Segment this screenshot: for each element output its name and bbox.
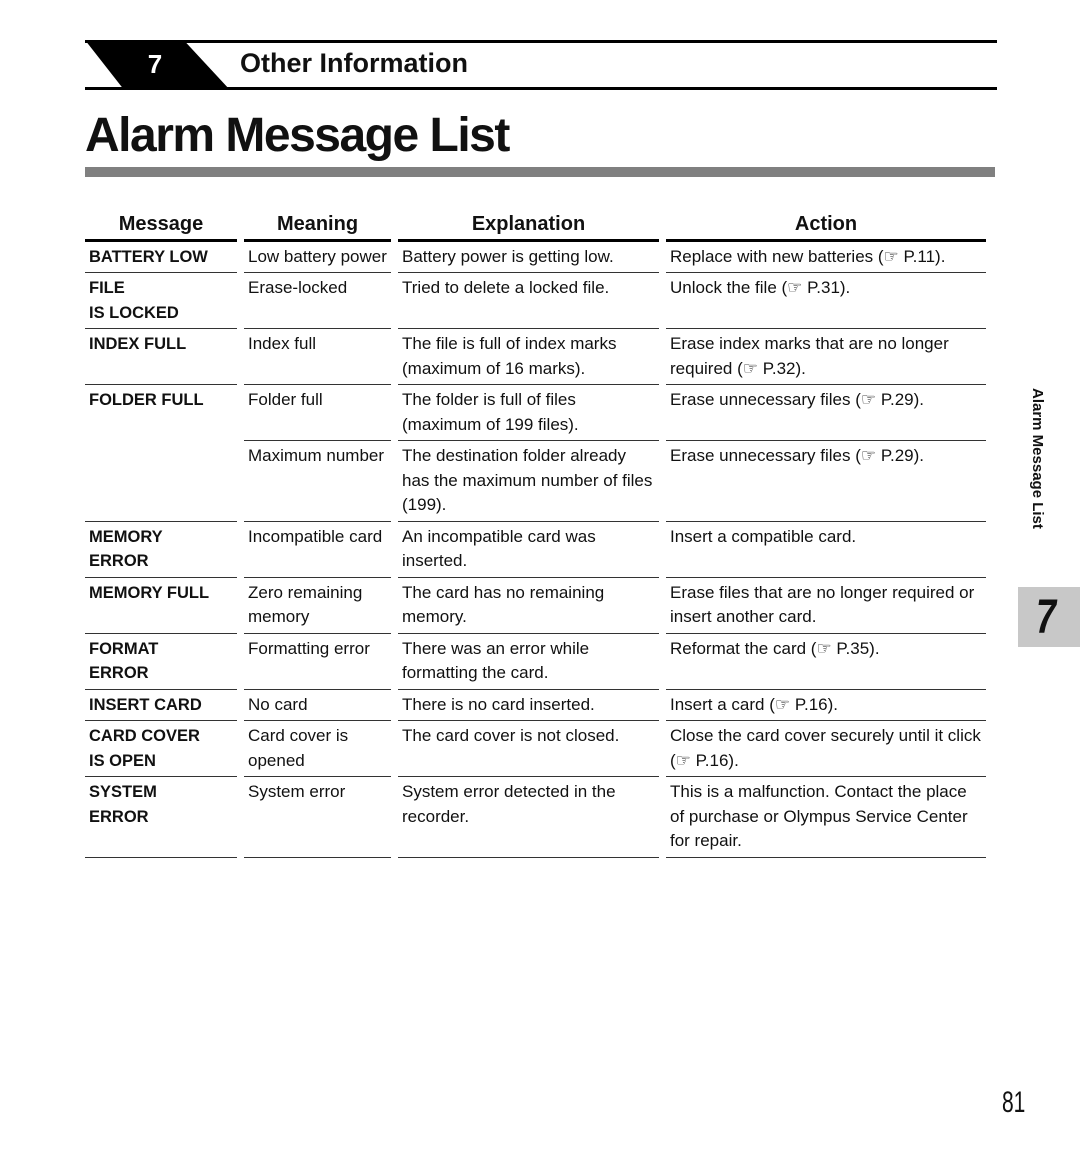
- cell-explanation: There is no card inserted.: [398, 690, 659, 721]
- table-row: MEMORY ERROR Incompatible card An incompat…: [85, 522, 986, 578]
- table-header-row: Message Meaning Explanation Action: [85, 212, 986, 242]
- cell-explanation: The destination folder already has the m…: [398, 441, 659, 522]
- cell-meaning: Zero remaining memory: [244, 578, 391, 634]
- cell-action: Erase unnecessary files (☞ P.29).: [666, 441, 986, 522]
- header-message: Message: [85, 212, 237, 242]
- chapter-number: 7: [147, 49, 163, 79]
- cell-message: [85, 441, 237, 522]
- cell-explanation: The file is full of index marks (maximum…: [398, 329, 659, 385]
- cell-message: CARD COVER IS OPEN: [85, 721, 237, 777]
- cell-explanation: Battery power is getting low.: [398, 242, 659, 273]
- cell-action: Replace with new batteries (☞ P.11).: [666, 242, 986, 273]
- side-tab-label: Alarm Message List: [1029, 388, 1046, 529]
- cell-message: SYSTEM ERROR: [85, 777, 237, 858]
- header-meaning: Meaning: [244, 212, 391, 242]
- cell-meaning: Card cover is opened: [244, 721, 391, 777]
- table-row: INDEX FULL Index full The file is full of …: [85, 329, 986, 385]
- cell-action: Insert a card (☞ P.16).: [666, 690, 986, 721]
- cell-message: FORMAT ERROR: [85, 634, 237, 690]
- cell-message: INDEX FULL: [85, 329, 237, 385]
- cell-message: FILE IS LOCKED: [85, 273, 237, 329]
- table-row: FOLDER FULL Folder full The folder is full…: [85, 385, 986, 441]
- cell-action: Close the card cover securely until it c…: [666, 721, 986, 777]
- cell-action: This is a malfunction. Contact the place…: [666, 777, 986, 858]
- cell-action: Unlock the file (☞ P.31).: [666, 273, 986, 329]
- page-number: 81: [1002, 1086, 1026, 1119]
- cell-action: Reformat the card (☞ P.35).: [666, 634, 986, 690]
- cell-action: Insert a compatible card.: [666, 522, 986, 578]
- header-explanation: Explanation: [398, 212, 659, 242]
- cell-action: Erase files that are no longer required …: [666, 578, 986, 634]
- alarm-message-table: Message Meaning Explanation Action BATTE…: [85, 212, 986, 858]
- cell-meaning: Incompatible card: [244, 522, 391, 578]
- cell-message: MEMORY ERROR: [85, 522, 237, 578]
- table-row: CARD COVER IS OPEN Card cover is opened Th…: [85, 721, 986, 777]
- side-chapter-number: 7: [1035, 591, 1057, 644]
- cell-explanation: The card has no remaining memory.: [398, 578, 659, 634]
- cell-explanation: Tried to delete a locked file.: [398, 273, 659, 329]
- title-rule: [85, 167, 995, 177]
- cell-message: FOLDER FULL: [89, 391, 204, 409]
- page-title: Alarm Message List: [85, 109, 510, 162]
- cell-meaning: Folder full: [244, 385, 391, 441]
- cell-explanation: System error detected in the recorder.: [398, 777, 659, 858]
- cell-meaning: Index full: [244, 329, 391, 385]
- cell-meaning: No card: [244, 690, 391, 721]
- cell-meaning: Formatting error: [244, 634, 391, 690]
- cell-meaning: Erase-locked: [244, 273, 391, 329]
- cell-meaning: Low battery power: [244, 242, 391, 273]
- cell-meaning: System error: [244, 777, 391, 858]
- table-row: FILE IS LOCKED Erase-locked Tried to delet…: [85, 273, 986, 329]
- table-row: Maximum number The destination folder alr…: [85, 441, 986, 522]
- table-row: SYSTEM ERROR System error System error det…: [85, 777, 986, 858]
- table-row: MEMORY FULL Zero remaining memory The card…: [85, 578, 986, 634]
- cell-action: Erase unnecessary files (☞ P.29).: [666, 385, 986, 441]
- table-row: BATTERY LOW Low battery power Battery powe…: [85, 242, 986, 273]
- cell-message: BATTERY LOW: [85, 242, 237, 273]
- cell-message: MEMORY FULL: [85, 578, 237, 634]
- table-row: FORMAT ERROR Formatting error There was an…: [85, 634, 986, 690]
- header-action: Action: [666, 212, 986, 242]
- cell-explanation: The card cover is not closed.: [398, 721, 659, 777]
- chapter-title: Other Information: [240, 48, 468, 78]
- cell-explanation: The folder is full of files (maximum of …: [398, 385, 659, 441]
- cell-explanation: There was an error while formatting the …: [398, 634, 659, 690]
- table-row: INSERT CARD No card There is no card inser…: [85, 690, 986, 721]
- cell-explanation: An incompatible card was inserted.: [398, 522, 659, 578]
- cell-meaning: Maximum number: [244, 441, 391, 522]
- cell-message: INSERT CARD: [85, 690, 237, 721]
- cell-action: Erase index marks that are no longer req…: [666, 329, 986, 385]
